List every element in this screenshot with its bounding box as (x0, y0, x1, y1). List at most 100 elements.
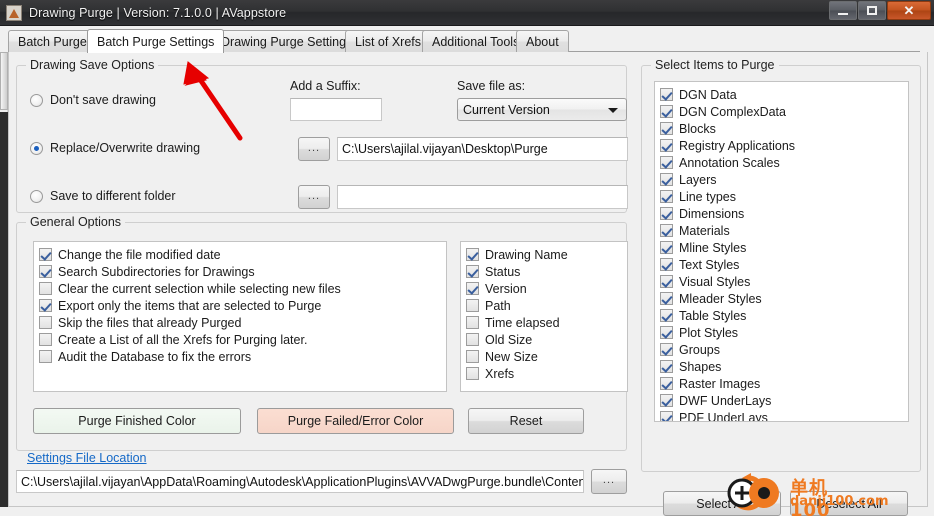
checkbox-label: Mleader Styles (679, 291, 762, 306)
report-columns-list[interactable]: Drawing Name Status Version Path Time el… (460, 241, 628, 392)
settings-file-location-link[interactable]: Settings File Location (27, 451, 147, 465)
checkbox-label: Time elapsed (485, 315, 560, 330)
radio-dont-save-drawing[interactable]: Don't save drawing (30, 93, 156, 107)
scrollbar-track[interactable] (0, 112, 8, 507)
save-file-as-label: Save file as: (457, 79, 526, 93)
checkbox-indicator (660, 292, 673, 305)
purge-items-list[interactable]: DGN Data DGN ComplexData Blocks Registry… (654, 81, 909, 422)
checkbox-label: DWF UnderLays (679, 393, 772, 408)
suffix-input[interactable] (290, 98, 382, 121)
maximize-button[interactable] (858, 1, 886, 20)
settings-file-path-input[interactable]: C:\Users\ajilal.vijayan\AppData\Roaming\… (16, 470, 584, 493)
purge-finished-color-button[interactable]: Purge Finished Color (33, 408, 241, 434)
tab-strip: Batch Purge Batch Purge Settings Drawing… (8, 29, 928, 53)
close-button[interactable]: ✕ (887, 1, 931, 20)
purge-item-registry-applications[interactable]: Registry Applications (660, 137, 908, 154)
checkbox-label: Registry Applications (679, 138, 796, 153)
general-options-group: General Options Change the file modified… (16, 215, 628, 451)
purge-item-line-types[interactable]: Line types (660, 188, 908, 205)
checkbox-audit-database[interactable]: Audit the Database to fix the errors (39, 348, 446, 365)
checkbox-indicator (466, 265, 479, 278)
vertical-scrollbar[interactable] (0, 52, 8, 507)
checkbox-indicator (660, 360, 673, 373)
minimize-icon (838, 13, 848, 15)
checkbox-label: DGN ComplexData (679, 104, 786, 119)
purge-item-groups[interactable]: Groups (660, 341, 908, 358)
checkbox-label: Old Size (485, 332, 533, 347)
checkbox-create-xrefs-list[interactable]: Create a List of all the Xrefs for Purgi… (39, 331, 446, 348)
purge-item-dgn-complexdata[interactable]: DGN ComplexData (660, 103, 908, 120)
purge-item-shapes[interactable]: Shapes (660, 358, 908, 375)
maximize-icon (867, 6, 877, 15)
checkbox-label: Path (485, 298, 511, 313)
checkbox-label: PDF UnderLays (679, 410, 768, 422)
checkbox-indicator (39, 265, 52, 278)
purge-item-table-styles[interactable]: Table Styles (660, 307, 908, 324)
purge-item-blocks[interactable]: Blocks (660, 120, 908, 137)
checkbox-indicator (660, 105, 673, 118)
checkbox-label: Raster Images (679, 376, 761, 391)
deselect-all-button[interactable]: Deselect All (790, 491, 908, 516)
checkbox-xrefs[interactable]: Xrefs (466, 365, 627, 382)
purge-item-annotation-scales[interactable]: Annotation Scales (660, 154, 908, 171)
checkbox-time-elapsed[interactable]: Time elapsed (466, 314, 627, 331)
checkbox-indicator (39, 350, 52, 363)
save-file-as-value: Current Version (463, 102, 550, 117)
browse-settings-file-button[interactable]: ... (591, 469, 627, 494)
tab-batch-purge[interactable]: Batch Purge (8, 30, 97, 52)
reset-button[interactable]: Reset (468, 408, 584, 434)
browse-overwrite-path-button[interactable]: ... (298, 137, 330, 161)
purge-failed-color-button[interactable]: Purge Failed/Error Color (257, 408, 454, 434)
checkbox-indicator (660, 326, 673, 339)
general-options-left-list[interactable]: Change the file modified date Search Sub… (33, 241, 447, 392)
tab-additional-tools[interactable]: Additional Tools (422, 30, 530, 52)
checkbox-label: Xrefs (485, 366, 515, 381)
purge-item-plot-styles[interactable]: Plot Styles (660, 324, 908, 341)
tab-batch-purge-settings[interactable]: Batch Purge Settings (87, 29, 225, 53)
checkbox-search-subdirectories[interactable]: Search Subdirectories for Drawings (39, 263, 446, 280)
checkbox-status[interactable]: Status (466, 263, 627, 280)
browse-folder-path-button[interactable]: ... (298, 185, 330, 209)
checkbox-skip-already-purged[interactable]: Skip the files that already Purged (39, 314, 446, 331)
purge-item-text-styles[interactable]: Text Styles (660, 256, 908, 273)
checkbox-clear-current-selection[interactable]: Clear the current selection while select… (39, 280, 446, 297)
purge-item-mline-styles[interactable]: Mline Styles (660, 239, 908, 256)
folder-path-input[interactable] (337, 185, 628, 209)
checkbox-indicator (660, 224, 673, 237)
tab-page-batch-purge-settings: Drawing Save Options Don't save drawing … (8, 52, 928, 516)
purge-item-raster-images[interactable]: Raster Images (660, 375, 908, 392)
checkbox-label: Version (485, 281, 527, 296)
tab-list-of-xrefs[interactable]: List of Xrefs (345, 30, 431, 52)
checkbox-indicator (466, 333, 479, 346)
window-controls: ✕ (829, 1, 932, 20)
purge-item-dimensions[interactable]: Dimensions (660, 205, 908, 222)
checkbox-label: Plot Styles (679, 325, 739, 340)
checkbox-label: Annotation Scales (679, 155, 780, 170)
checkbox-version[interactable]: Version (466, 280, 627, 297)
purge-item-dwf-underlays[interactable]: DWF UnderLays (660, 392, 908, 409)
overwrite-path-input[interactable]: C:\Users\ajilal.vijayan\Desktop\Purge (337, 137, 628, 161)
tab-about[interactable]: About (516, 30, 569, 52)
checkbox-old-size[interactable]: Old Size (466, 331, 627, 348)
checkbox-label: Skip the files that already Purged (58, 315, 242, 330)
checkbox-path[interactable]: Path (466, 297, 627, 314)
purge-item-materials[interactable]: Materials (660, 222, 908, 239)
checkbox-drawing-name[interactable]: Drawing Name (466, 246, 627, 263)
checkbox-change-file-modified-date[interactable]: Change the file modified date (39, 246, 446, 263)
checkbox-new-size[interactable]: New Size (466, 348, 627, 365)
minimize-button[interactable] (829, 1, 857, 20)
tab-drawing-purge-settings[interactable]: Drawing Purge Settings (211, 30, 363, 52)
radio-save-to-different-folder[interactable]: Save to different folder (30, 189, 176, 203)
purge-item-visual-styles[interactable]: Visual Styles (660, 273, 908, 290)
save-file-as-dropdown[interactable]: Current Version (457, 98, 627, 121)
radio-label: Replace/Overwrite drawing (50, 141, 201, 155)
purge-item-mleader-styles[interactable]: Mleader Styles (660, 290, 908, 307)
purge-item-pdf-underlays[interactable]: PDF UnderLays (660, 409, 908, 422)
checkbox-export-only-selected-items[interactable]: Export only the items that are selected … (39, 297, 446, 314)
select-all-button[interactable]: Select All (663, 491, 781, 516)
checkbox-indicator (39, 248, 52, 261)
radio-replace-overwrite-drawing[interactable]: Replace/Overwrite drawing (30, 141, 200, 155)
purge-item-dgn-data[interactable]: DGN Data (660, 86, 908, 103)
purge-item-layers[interactable]: Layers (660, 171, 908, 188)
scrollbar-thumb[interactable] (0, 52, 8, 110)
